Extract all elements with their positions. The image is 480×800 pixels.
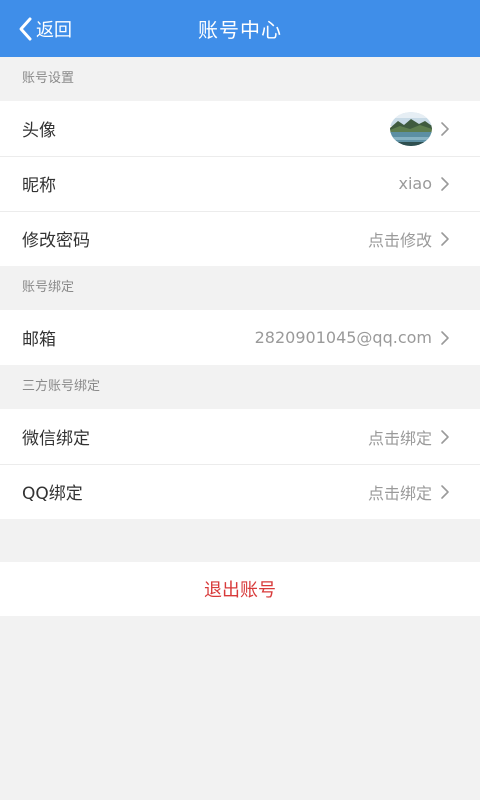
logout-label: 退出账号	[204, 580, 276, 601]
app-header: 返回 账号中心	[0, 0, 480, 57]
email-row[interactable]: 邮箱 2820901045@qq.com	[0, 310, 480, 365]
third-party-binding-group: 微信绑定 点击绑定 QQ绑定 点击绑定	[0, 409, 480, 519]
qq-binding-label: QQ绑定	[22, 484, 83, 504]
wechat-binding-label: 微信绑定	[22, 429, 90, 449]
nickname-value: xiao	[398, 174, 432, 193]
nickname-row[interactable]: 昵称 xiao	[0, 156, 480, 211]
back-label: 返回	[36, 19, 72, 41]
change-password-row[interactable]: 修改密码 点击修改	[0, 211, 480, 266]
wechat-binding-row[interactable]: 微信绑定 点击绑定	[0, 409, 480, 464]
chevron-right-icon	[441, 176, 449, 191]
avatar-label: 头像	[22, 121, 56, 141]
avatar-row[interactable]: 头像	[0, 101, 480, 156]
qq-binding-row[interactable]: QQ绑定 点击绑定	[0, 464, 480, 519]
chevron-right-icon	[441, 330, 449, 345]
chevron-right-icon	[441, 121, 449, 136]
change-password-value: 点击修改	[367, 230, 432, 250]
email-value: 2820901045@qq.com	[254, 328, 432, 347]
account-binding-group: 邮箱 2820901045@qq.com	[0, 310, 480, 365]
change-password-label: 修改密码	[22, 231, 90, 251]
section-label-account-binding: 账号绑定	[22, 280, 75, 295]
logout-button[interactable]: 退出账号	[0, 562, 480, 616]
back-button[interactable]: 返回	[16, 0, 72, 57]
section-label-account-settings: 账号设置	[22, 71, 75, 86]
avatar	[390, 111, 432, 146]
nickname-label: 昵称	[22, 176, 56, 196]
chevron-right-icon	[441, 429, 449, 444]
chevron-right-icon	[441, 231, 449, 246]
account-settings-group: 头像 昵称 xiao 修改密码 点击修改	[0, 101, 480, 266]
page-title: 账号中心	[198, 18, 282, 42]
chevron-right-icon	[441, 484, 449, 499]
qq-binding-value: 点击绑定	[367, 483, 432, 503]
section-label-third-party-binding: 三方账号绑定	[22, 379, 101, 394]
wechat-binding-value: 点击绑定	[367, 428, 432, 448]
chevron-left-icon	[19, 17, 32, 40]
email-label: 邮箱	[22, 330, 56, 350]
